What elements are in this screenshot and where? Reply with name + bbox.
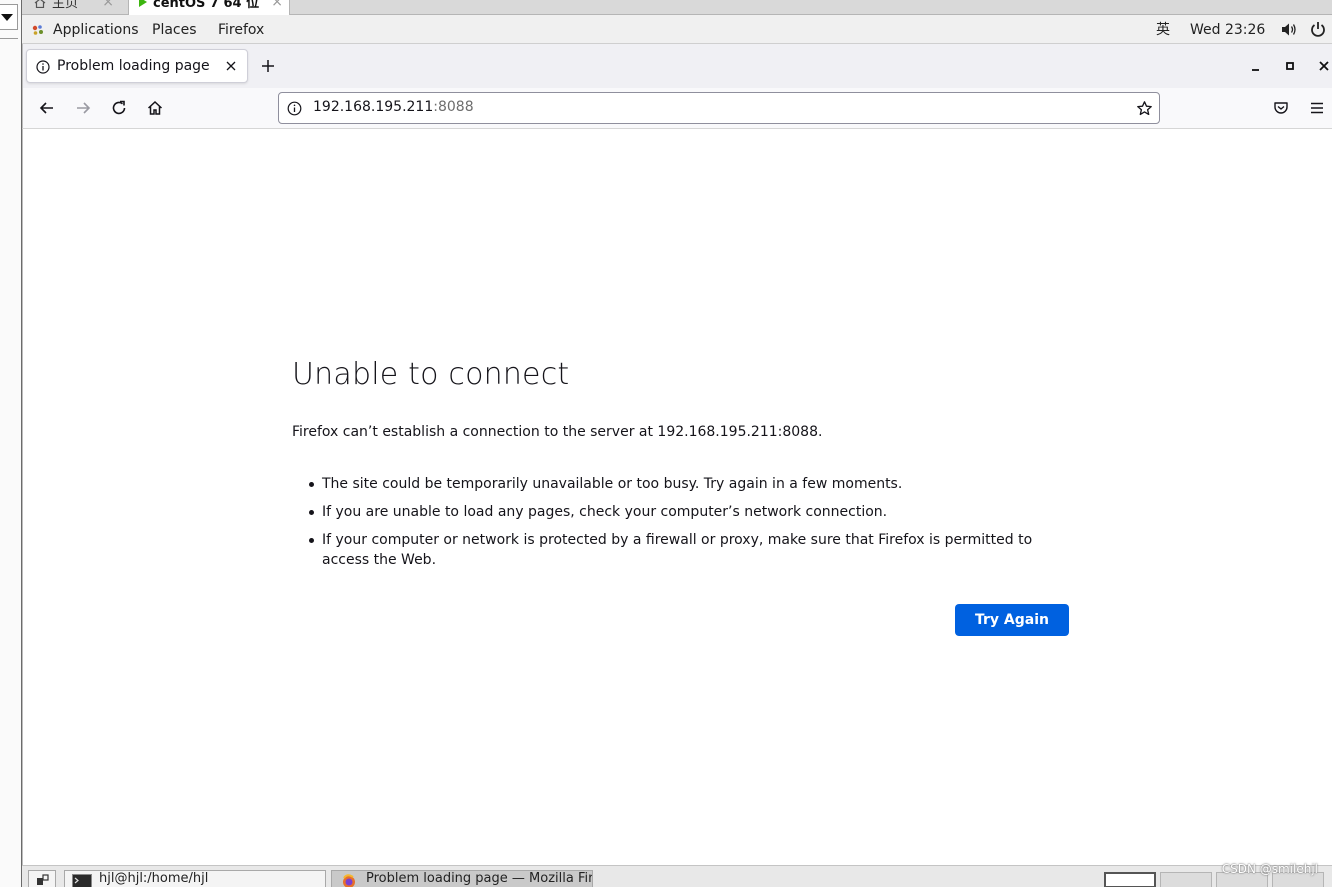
new-tab-icon[interactable] [259,57,277,75]
host-divider [0,38,18,39]
host-tab-centos[interactable]: centOS 7 64 位 × [128,0,290,15]
url-host: 192.168.195.211 [313,99,434,115]
close-window-icon[interactable] [1316,58,1332,74]
home-icon [34,0,46,8]
bottom-taskbar: hjl@hjl:/home/hjl Problem loading page —… [22,865,1332,887]
terminal-icon [72,874,92,887]
firefox-icon [343,874,355,887]
pocket-icon[interactable] [1272,99,1290,117]
try-again-button[interactable]: Try Again [955,604,1069,636]
gnome-top-bar: Applications Places Firefox 英 Wed 23:26 [22,15,1332,44]
error-description: Firefox can’t establish a connection to … [292,424,823,440]
list-item: If your computer or network is protected… [309,530,1072,570]
bookmark-star-icon[interactable] [1136,100,1153,117]
desktop-icon [37,874,49,885]
taskbar-item-firefox[interactable]: Problem loading page — Mozilla Fire [331,870,593,887]
page-content: Unable to connect Firefox can’t establis… [22,129,1332,865]
workspace-1[interactable] [1104,872,1156,887]
info-icon [36,60,50,74]
url-text[interactable]: 192.168.195.211:8088 [313,99,474,115]
host-tab-home[interactable]: 主页 × [28,0,120,15]
show-desktop-button[interactable] [28,870,56,887]
firefox-tab-bar: Problem loading page [22,44,1332,88]
host-tab-label: centOS 7 64 位 [153,0,260,11]
applications-menu[interactable]: Applications [53,20,139,40]
firefox-app-menu[interactable]: Firefox [218,20,264,40]
taskbar-item-terminal[interactable]: hjl@hjl:/home/hjl [64,870,326,887]
list-item: The site could be temporarily unavailabl… [309,474,1072,494]
tab-title: Problem loading page [57,58,210,74]
info-icon[interactable] [287,101,302,116]
gnome-foot-icon [32,25,43,35]
close-icon[interactable]: × [102,0,114,9]
forward-icon[interactable] [74,99,92,117]
error-tips-list: The site could be temporarily unavailabl… [309,474,1072,578]
host-tab-strip: 主页 × centOS 7 64 位 × [22,0,1332,15]
url-port: :8088 [433,99,474,115]
maximize-icon[interactable] [1282,58,1298,74]
workspace-2[interactable] [1160,872,1212,887]
taskbar-item-label: hjl@hjl:/home/hjl [99,871,209,886]
tab-problem-loading[interactable]: Problem loading page [26,49,248,83]
volume-icon[interactable] [1281,22,1297,37]
reload-icon[interactable] [110,99,128,117]
error-title: Unable to connect [292,357,570,392]
vm-running-icon [139,0,147,7]
minimize-icon[interactable] [1248,58,1264,74]
watermark: CSDN @smilehjl [1221,862,1318,876]
list-item: If you are unable to load any pages, che… [309,502,1072,522]
menu-icon[interactable] [1308,99,1326,117]
host-tab-label: 主页 [52,0,79,11]
back-icon[interactable] [38,99,56,117]
clock[interactable]: Wed 23:26 [1190,20,1265,40]
input-method-indicator[interactable]: 英 [1156,20,1170,40]
url-bar[interactable]: 192.168.195.211:8088 [278,92,1160,124]
power-icon[interactable] [1310,21,1326,37]
close-icon[interactable] [224,59,238,73]
home-icon[interactable] [146,99,164,117]
taskbar-item-label: Problem loading page — Mozilla Fire [366,871,593,886]
places-menu[interactable]: Places [152,20,197,40]
host-dropdown[interactable] [0,4,18,30]
navigation-toolbar: 192.168.195.211:8088 [22,88,1332,129]
host-left-panel [0,0,22,887]
close-icon[interactable]: × [271,0,283,9]
